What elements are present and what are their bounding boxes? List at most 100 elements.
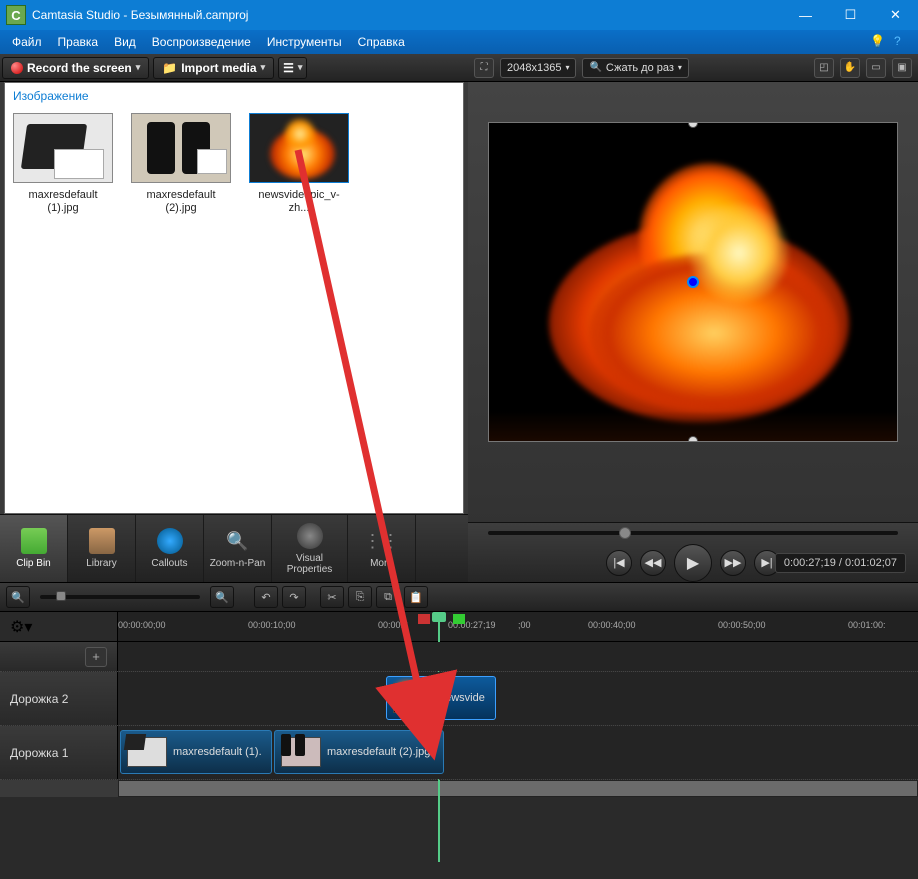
ruler-tick: 00:00:50;00 (718, 620, 766, 630)
help-icon[interactable]: ? (894, 34, 910, 50)
tab-label: Callouts (151, 558, 187, 569)
clip-caption: maxresdefault (2).jpg (131, 189, 231, 215)
clip-thumbnail (249, 113, 349, 183)
clip-label: maxresdefault (2).jpg (327, 746, 430, 758)
scrub-bar[interactable] (468, 523, 918, 543)
canvas-wrap (468, 82, 918, 522)
shrink-to-fit-button[interactable]: 🔍 Сжать до раз ▾ (582, 58, 688, 78)
more-icon: ⋮⋮ (369, 528, 395, 554)
clip-thumbnail (13, 113, 113, 183)
timeline: 🔍 🔍 ↶ ↷ ✂ ⎘ ⧉ 📋 ⚙▾ 00:00:00;00 00:00:10;… (0, 582, 918, 797)
view-options-button[interactable]: ☰ ▾ (278, 57, 307, 79)
menu-tools[interactable]: Инструменты (259, 30, 350, 54)
zoom-slider[interactable] (40, 595, 200, 599)
tab-callouts[interactable]: Callouts (136, 515, 204, 582)
clip-item[interactable]: maxresdefault (1).jpg (13, 113, 113, 215)
toggle-button-1[interactable]: ▭ (866, 58, 886, 78)
copy-button[interactable]: ⧉ (376, 586, 400, 608)
zoom-in-button[interactable]: 🔍 (210, 586, 234, 608)
menu-bar: Файл Правка Вид Воспроизведение Инструме… (0, 30, 918, 54)
add-track-button[interactable]: + (85, 647, 107, 667)
visual-props-icon (297, 523, 323, 549)
import-media-button[interactable]: 📁 Import media ▾ (153, 57, 274, 79)
app-icon: C (6, 5, 26, 25)
track-row-2: Дорожка 2 newsvide (0, 672, 918, 726)
clip-caption: newsvideopic_v-zh... (249, 189, 349, 215)
preview-canvas[interactable] (488, 122, 898, 442)
playback-bar: |◀ ◀◀ ▶ ▶▶ ▶| 0:00:27;19 / 0:01:02;07 (468, 522, 918, 582)
chevron-down-icon: ▾ (136, 62, 141, 73)
minimize-button[interactable]: — (783, 0, 828, 30)
timeline-clip[interactable]: maxresdefault (2).jpg (274, 730, 444, 774)
tab-strip: Clip Bin Library Callouts 🔍 Zoom-n-Pan V… (0, 514, 468, 582)
clip-mini-thumb (127, 737, 167, 767)
prev-clip-button[interactable]: |◀ (606, 550, 632, 576)
ruler-tick: ;00 (518, 620, 531, 630)
ruler-tick: 00:00:10;00 (248, 620, 296, 630)
clip-thumbnail (131, 113, 231, 183)
tab-label: Library (86, 558, 117, 569)
tab-clip-bin[interactable]: Clip Bin (0, 515, 68, 582)
list-view-icon: ☰ (283, 61, 294, 75)
tab-label: Zoom-n-Pan (210, 558, 266, 569)
play-button[interactable]: ▶ (674, 544, 712, 582)
step-back-button[interactable]: ◀◀ (640, 550, 666, 576)
track-lane-1[interactable]: maxresdefault (1). maxresdefault (2).jpg (118, 726, 918, 779)
close-button[interactable]: ✕ (873, 0, 918, 30)
track-lane-2[interactable]: newsvide (118, 672, 918, 725)
tab-visual-properties[interactable]: Visual Properties (272, 515, 348, 582)
menu-file[interactable]: Файл (4, 30, 50, 54)
split-button[interactable]: ⎘ (348, 586, 372, 608)
import-label: Import media (181, 61, 256, 75)
lightbulb-icon[interactable]: 💡 (870, 34, 886, 50)
menu-view[interactable]: Вид (106, 30, 144, 54)
clip-item[interactable]: maxresdefault (2).jpg (131, 113, 231, 215)
maximize-button[interactable]: ☐ (828, 0, 873, 30)
menu-help[interactable]: Справка (350, 30, 413, 54)
marker-out[interactable] (453, 614, 465, 624)
paste-button[interactable]: 📋 (404, 586, 428, 608)
track-head-2[interactable]: Дорожка 2 (0, 672, 118, 725)
toggle-button-2[interactable]: ▣ (892, 58, 912, 78)
callouts-icon (157, 528, 183, 554)
track-settings-button[interactable]: ⚙▾ (10, 617, 32, 637)
crop-button[interactable]: ◰ (814, 58, 834, 78)
window-title: Camtasia Studio - Безымянный.camproj (32, 8, 783, 22)
cut-button[interactable]: ✂ (320, 586, 344, 608)
clip-item[interactable]: newsvideopic_v-zh... (249, 113, 349, 215)
record-label: Record the screen (27, 61, 132, 75)
timeline-clip[interactable]: newsvide (386, 676, 496, 720)
scrub-thumb[interactable] (619, 527, 631, 539)
tab-more[interactable]: ⋮⋮ More (348, 515, 416, 582)
timeline-toolbar: 🔍 🔍 ↶ ↷ ✂ ⎘ ⧉ 📋 (0, 582, 918, 612)
zoom-icon: 🔍 (225, 528, 251, 554)
editing-dimensions-button[interactable]: ⛶ (474, 58, 494, 78)
tab-zoom-pan[interactable]: 🔍 Zoom-n-Pan (204, 515, 272, 582)
ruler-ticks[interactable]: 00:00:00;00 00:00:10;00 00:00:2 00:00:27… (118, 612, 918, 641)
folder-icon: 📁 (162, 61, 177, 75)
timeline-clip[interactable]: maxresdefault (1). (120, 730, 272, 774)
step-forward-button[interactable]: ▶▶ (720, 550, 746, 576)
clip-label: maxresdefault (1). (173, 746, 262, 758)
tab-label: More (370, 558, 393, 569)
dimensions-display[interactable]: 2048x1365 ▾ (500, 58, 576, 78)
timecode-display: 0:00:27;19 / 0:01:02;07 (775, 553, 906, 573)
resize-handle-bottom[interactable] (688, 436, 698, 442)
pan-button[interactable]: ✋ (840, 58, 860, 78)
zoom-out-button[interactable]: 🔍 (6, 586, 30, 608)
record-screen-button[interactable]: Record the screen ▾ (2, 57, 149, 79)
tab-library[interactable]: Library (68, 515, 136, 582)
library-icon (89, 528, 115, 554)
redo-button[interactable]: ↷ (282, 586, 306, 608)
ruler-tick: 00:01:00: (848, 620, 886, 630)
menu-playback[interactable]: Воспроизведение (144, 30, 259, 54)
undo-button[interactable]: ↶ (254, 586, 278, 608)
clip-bin-header: Изображение (5, 83, 463, 109)
center-marker[interactable] (687, 276, 699, 288)
title-bar: C Camtasia Studio - Безымянный.camproj —… (0, 0, 918, 30)
timeline-scrollbar[interactable] (0, 780, 918, 797)
track-head-1[interactable]: Дорожка 1 (0, 726, 118, 779)
menu-edit[interactable]: Правка (50, 30, 107, 54)
marker-in[interactable] (418, 614, 430, 624)
ruler-tick: 00:00:40;00 (588, 620, 636, 630)
